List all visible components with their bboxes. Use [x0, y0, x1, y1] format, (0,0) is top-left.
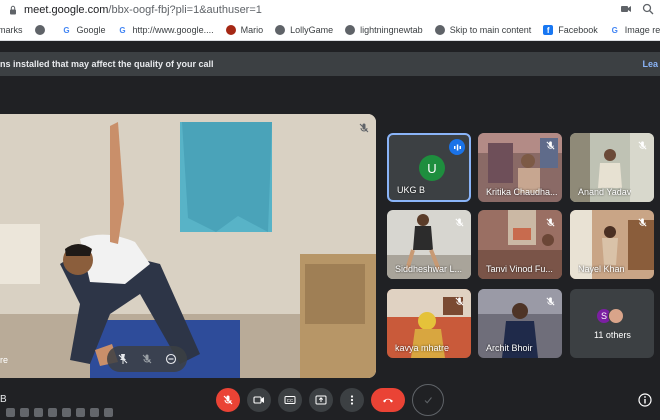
captions-button[interactable]: CC	[278, 388, 302, 412]
leave-call-button[interactable]	[371, 388, 405, 412]
participant-name: Siddheshwar L...	[395, 264, 463, 274]
remove-participant-icon[interactable]	[162, 350, 180, 368]
participant-name: Nayel Khan	[578, 264, 625, 274]
bookmark-item[interactable]: Mario	[225, 25, 263, 35]
microphone-toggle-button[interactable]	[216, 388, 240, 412]
bookmark-item[interactable]: Skip to main content	[434, 25, 531, 35]
mic-off-icon	[223, 395, 233, 405]
others-avatars: S	[596, 308, 624, 324]
muted-mic-icon	[543, 138, 557, 152]
participant-tile[interactable]: Kritika Chaudha...	[478, 133, 562, 202]
globe-icon	[434, 25, 445, 35]
more-options-button[interactable]	[340, 388, 364, 412]
tile-hover-toolbar	[107, 346, 187, 372]
speaking-indicator-icon	[449, 139, 465, 155]
check-icon	[424, 397, 432, 404]
captions-icon: CC	[284, 396, 296, 404]
taskbar-app-icon[interactable]	[48, 407, 57, 417]
google-icon: G	[611, 25, 618, 35]
muted-mic-icon	[635, 215, 649, 229]
participant-name: Tanvi Vinod Fu...	[486, 264, 553, 274]
main-video-feed	[0, 114, 376, 378]
taskbar-app-icon[interactable]	[104, 407, 113, 417]
hang-up-icon	[383, 398, 393, 403]
muted-mic-icon	[635, 138, 649, 152]
svg-text:CC: CC	[287, 398, 294, 403]
raise-hand-button[interactable]	[412, 384, 444, 416]
camera-icon[interactable]	[620, 3, 632, 15]
bookmark-item[interactable]: G Google	[62, 25, 105, 35]
taskbar	[0, 404, 170, 420]
muted-mic-icon	[543, 215, 557, 229]
participant-name: UKG B	[397, 185, 426, 195]
google-icon: G	[63, 25, 70, 35]
participant-tile[interactable]: Nayel Khan	[570, 210, 654, 279]
muted-mic-icon	[452, 294, 466, 308]
facebook-icon: f	[543, 25, 554, 35]
globe-icon	[345, 25, 356, 35]
camera-icon	[253, 396, 264, 404]
learn-more-link[interactable]: Lea	[642, 59, 658, 69]
url-text: meet.google.com/bbx-oogf-fbj?pli=1&authu…	[24, 4, 262, 16]
bookmark-item[interactable]: lightningnewtab	[345, 25, 423, 35]
quality-warning-banner: ns installed that may affect the quality…	[0, 52, 660, 76]
banner-text: ns installed that may affect the quality…	[0, 59, 214, 69]
camera-toggle-button[interactable]	[247, 388, 271, 412]
pin-icon[interactable]	[114, 350, 132, 368]
muted-mic-icon	[452, 215, 466, 229]
taskbar-app-icon[interactable]	[62, 407, 71, 417]
lock-icon	[10, 5, 16, 15]
participant-tile[interactable]: Siddheshwar L...	[387, 210, 471, 279]
participant-tile[interactable]: Anand Yadav	[570, 133, 654, 202]
participant-name: Kritika Chaudha...	[486, 187, 558, 197]
participant-name: Anand Yadav	[578, 187, 632, 197]
main-tile-name: re	[0, 355, 9, 365]
taskbar-app-icon[interactable]	[34, 407, 43, 417]
taskbar-app-icon[interactable]	[6, 407, 15, 417]
globe-icon	[275, 25, 286, 35]
participant-tile[interactable]: kavya mhatre	[387, 289, 471, 358]
muted-mic-icon	[355, 119, 373, 137]
avatar	[608, 308, 624, 324]
taskbar-app-icon[interactable]	[76, 407, 85, 417]
taskbar-app-icon[interactable]	[20, 407, 29, 417]
google-icon: G	[119, 25, 126, 35]
zoom-icon[interactable]	[642, 3, 654, 15]
muted-mic-icon	[543, 294, 557, 308]
info-icon[interactable]	[638, 393, 652, 407]
main-video-tile[interactable]	[0, 114, 376, 378]
bookmarks-bar: marks G Google Ghttp://www.google.... Mar…	[0, 20, 660, 41]
mute-participant-icon[interactable]	[138, 350, 156, 368]
others-count: 11 others	[594, 330, 631, 340]
bookmark-item[interactable]: marks	[0, 25, 23, 35]
bookmark-item[interactable]	[34, 25, 50, 35]
participant-tile[interactable]: Tanvi Vinod Fu...	[478, 210, 562, 279]
participant-name: kavya mhatre	[395, 343, 450, 353]
address-bar[interactable]: meet.google.com/bbx-oogf-fbj?pli=1&authu…	[0, 0, 660, 20]
others-tile[interactable]: S 11 others	[570, 289, 654, 358]
present-icon	[315, 395, 327, 405]
globe-icon	[34, 25, 45, 35]
mario-icon	[225, 25, 236, 35]
participant-tile[interactable]: Archit Bhoir	[478, 289, 562, 358]
avatar: U	[419, 155, 445, 181]
more-vert-icon	[350, 395, 354, 405]
bookmark-item[interactable]: GImage result for fan...	[610, 25, 660, 35]
taskbar-app-icon[interactable]	[90, 407, 99, 417]
participant-tile[interactable]: U UKG B	[387, 133, 471, 202]
bookmark-item[interactable]: LollyGame	[275, 25, 333, 35]
bookmark-item[interactable]: Ghttp://www.google....	[118, 25, 213, 35]
present-screen-button[interactable]	[309, 388, 333, 412]
bookmark-item[interactable]: f Facebook	[543, 25, 598, 35]
participant-name: Archit Bhoir	[486, 343, 533, 353]
